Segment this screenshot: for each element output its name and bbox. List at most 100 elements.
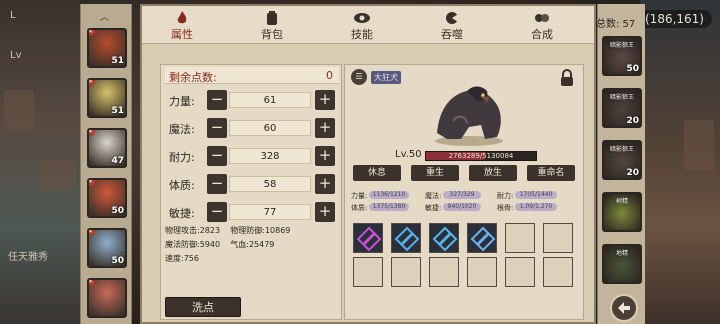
- experience-text: 2763289/5130084: [448, 152, 514, 160]
- stat-row: 力量: −61 +: [167, 89, 339, 111]
- skill-slot[interactable]: [467, 223, 497, 253]
- derived-label: 魔法防御:: [165, 240, 200, 249]
- derived-stats: 物理攻击:2823 物理防御:10869 魔法防御:5940 气血:25479 …: [165, 225, 339, 264]
- remove-badge-icon: ✕: [87, 128, 95, 136]
- tab-label: 技能: [351, 28, 373, 41]
- pet-portrait-card[interactable]: 暗影狼王 50: [602, 36, 642, 76]
- decrease-button[interactable]: −: [207, 118, 227, 138]
- derived-value: 756: [183, 254, 199, 263]
- increase-button[interactable]: +: [315, 174, 335, 194]
- stat-value: 77: [229, 204, 311, 220]
- empty-skill-slot[interactable]: [543, 223, 573, 253]
- tab-label: 合成: [531, 28, 553, 41]
- hero-portrait[interactable]: ✕ 50: [87, 228, 127, 268]
- background-label: L: [10, 10, 16, 21]
- pet-portrait-card[interactable]: 暗影狼王 20: [602, 88, 642, 128]
- pet-portrait-card[interactable]: 暗影狼王 20: [602, 140, 642, 180]
- empty-skill-slot[interactable]: [505, 223, 535, 253]
- stat-value: 60: [229, 120, 311, 136]
- attr-value: 1.09/1.270: [515, 203, 557, 211]
- pet-portrait-card[interactable]: 树精: [602, 192, 642, 232]
- hero-portrait[interactable]: ✕ 51: [87, 28, 127, 68]
- skill-slot[interactable]: [429, 223, 459, 253]
- release-button[interactable]: 放生: [469, 165, 517, 181]
- stat-value: 58: [229, 176, 311, 192]
- blue-slash-icon: [394, 226, 420, 252]
- hero-level: 51: [111, 56, 124, 66]
- stat-value: 61: [229, 92, 311, 108]
- hero-portrait[interactable]: ✕ 47: [87, 128, 127, 168]
- derived-value: 5940: [199, 240, 221, 249]
- water-swirl-icon: [432, 226, 458, 252]
- increase-button[interactable]: +: [315, 118, 335, 138]
- tab-devour[interactable]: 吞噬: [422, 8, 482, 42]
- attr-label: 魔法:: [425, 192, 442, 200]
- tab-skills[interactable]: 技能: [332, 8, 392, 42]
- return-arrow-icon: [618, 302, 630, 314]
- empty-skill-slot[interactable]: [353, 257, 383, 287]
- pet-details-box: ☰ 大狂犬 Lv.50 2763289/5130084 休息 重生 放生 重命名…: [344, 64, 584, 320]
- decrease-button[interactable]: −: [207, 202, 227, 222]
- tab-attributes[interactable]: 属性: [152, 8, 212, 42]
- hero-portrait[interactable]: ✕: [87, 278, 127, 318]
- stat-row: 魔法: −60 +: [167, 117, 339, 139]
- empty-skill-slot[interactable]: [429, 257, 459, 287]
- remove-badge-icon: ✕: [87, 78, 95, 86]
- attr-value: 940/1020: [443, 203, 481, 211]
- game-screen: L Lv 任天雅秀 (186,161) ︿ ✕ 51 ✕ 51 ✕ 47 ✕ 50 ✕ 50 ✕ 属…: [0, 0, 720, 324]
- reset-points-button[interactable]: 洗点: [165, 297, 241, 317]
- pet-name-tag[interactable]: 大狂犬: [371, 71, 401, 84]
- empty-skill-slot[interactable]: [505, 257, 535, 287]
- tab-merge[interactable]: 合成: [512, 8, 572, 42]
- background-label: Lv: [10, 50, 22, 61]
- pet-card-name: 地精: [615, 250, 628, 257]
- hero-list[interactable]: ︿ ✕ 51 ✕ 51 ✕ 47 ✕ 50 ✕ 50 ✕: [80, 4, 132, 324]
- derived-value: 2823: [199, 226, 221, 235]
- increase-button[interactable]: +: [315, 202, 335, 222]
- increase-button[interactable]: +: [315, 146, 335, 166]
- pet-card-level: 20: [626, 168, 639, 178]
- list-icon[interactable]: ☰: [351, 69, 367, 85]
- hero-level: 50: [111, 206, 124, 216]
- increase-button[interactable]: +: [315, 90, 335, 110]
- pet-portrait: [435, 86, 503, 146]
- derived-label: 气血:: [230, 240, 249, 249]
- pet-portrait-card[interactable]: 地精: [602, 244, 642, 284]
- decrease-button[interactable]: −: [207, 90, 227, 110]
- map-coordinates: (186,161): [637, 10, 712, 28]
- experience-bar: 2763289/5130084: [425, 151, 537, 161]
- stat-name: 敏捷:: [169, 207, 195, 220]
- decrease-button[interactable]: −: [207, 146, 227, 166]
- pet-card-level: 50: [626, 64, 639, 74]
- rename-button[interactable]: 重命名: [527, 165, 575, 181]
- background-house: [4, 90, 34, 130]
- hero-portrait[interactable]: ✕ 50: [87, 178, 127, 218]
- pet-card-name: 暗影狼王: [609, 146, 634, 153]
- stat-name: 力量:: [169, 95, 195, 108]
- skill-slot[interactable]: [353, 223, 383, 253]
- hero-portrait[interactable]: ✕ 51: [87, 78, 127, 118]
- background-label: 任天雅秀: [8, 252, 48, 263]
- rest-button[interactable]: 休息: [353, 165, 401, 181]
- skill-slot[interactable]: [391, 223, 421, 253]
- empty-skill-slot[interactable]: [543, 257, 573, 287]
- return-button[interactable]: [610, 294, 638, 322]
- decrease-button[interactable]: −: [207, 174, 227, 194]
- lock-icon[interactable]: [559, 69, 575, 87]
- tab-label: 背包: [261, 28, 283, 41]
- empty-skill-slot[interactable]: [391, 257, 421, 287]
- remaining-points-label: 剩余点数:: [169, 71, 217, 84]
- remove-badge-icon: ✕: [87, 228, 95, 236]
- pet-card-name: 树精: [615, 198, 628, 205]
- pet-card-level: 20: [626, 116, 639, 126]
- tab-backpack[interactable]: 背包: [242, 8, 302, 42]
- pet-total-count: 总数: 57: [596, 19, 636, 30]
- chevron-up-icon[interactable]: ︿: [100, 10, 109, 23]
- rebirth-button[interactable]: 重生: [411, 165, 459, 181]
- pet-list[interactable]: 总数: 57 暗影狼王 50 暗影狼王 20 暗影狼王 20 树精 地精: [596, 4, 645, 324]
- empty-skill-slot[interactable]: [467, 257, 497, 287]
- shield-slash-icon: [470, 226, 496, 252]
- hero-level: 51: [111, 106, 124, 116]
- remove-badge-icon: ✕: [87, 28, 95, 36]
- stat-name: 耐力:: [169, 151, 195, 164]
